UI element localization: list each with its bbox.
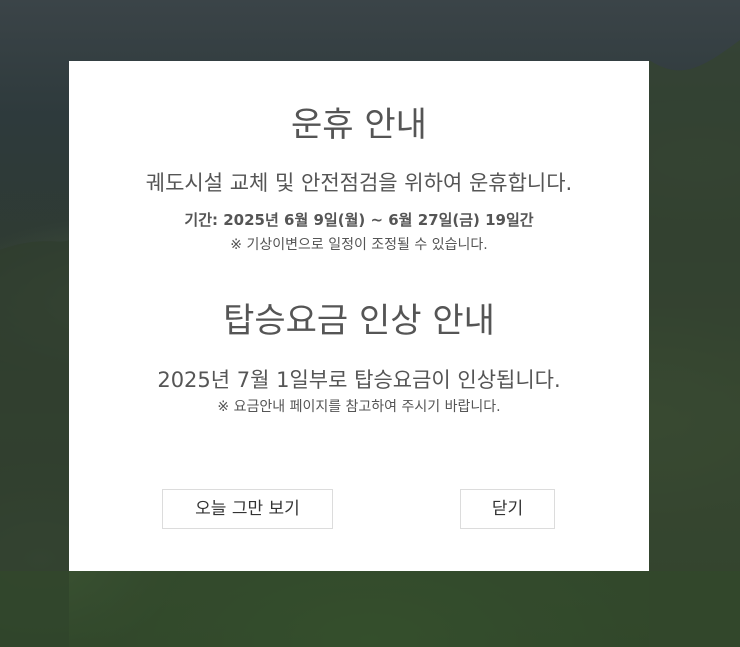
suspension-note: ※ 기상이변으로 일정이 조정될 수 있습니다.: [230, 237, 488, 253]
suspension-title: 운휴 안내: [291, 105, 427, 145]
fare-increase-description: 2025년 7월 1일부로 탑승요금이 인상됩니다.: [157, 368, 561, 392]
suspension-description: 궤도시설 교체 및 안전점검을 위하여 운휴합니다.: [145, 171, 573, 195]
close-button[interactable]: 닫기: [460, 489, 555, 529]
fare-increase-note: ※ 요금안내 페이지를 참고하여 주시기 바랍니다.: [217, 399, 501, 415]
hide-today-button[interactable]: 오늘 그만 보기: [162, 489, 333, 529]
suspension-period: 기간: 2025년 6월 9일(월) ~ 6월 27일(금) 19일간: [184, 211, 534, 229]
notice-popup: 운휴 안내 궤도시설 교체 및 안전점검을 위하여 운휴합니다. 기간: 202…: [69, 61, 649, 571]
fare-increase-title: 탑승요금 인상 안내: [223, 301, 495, 341]
